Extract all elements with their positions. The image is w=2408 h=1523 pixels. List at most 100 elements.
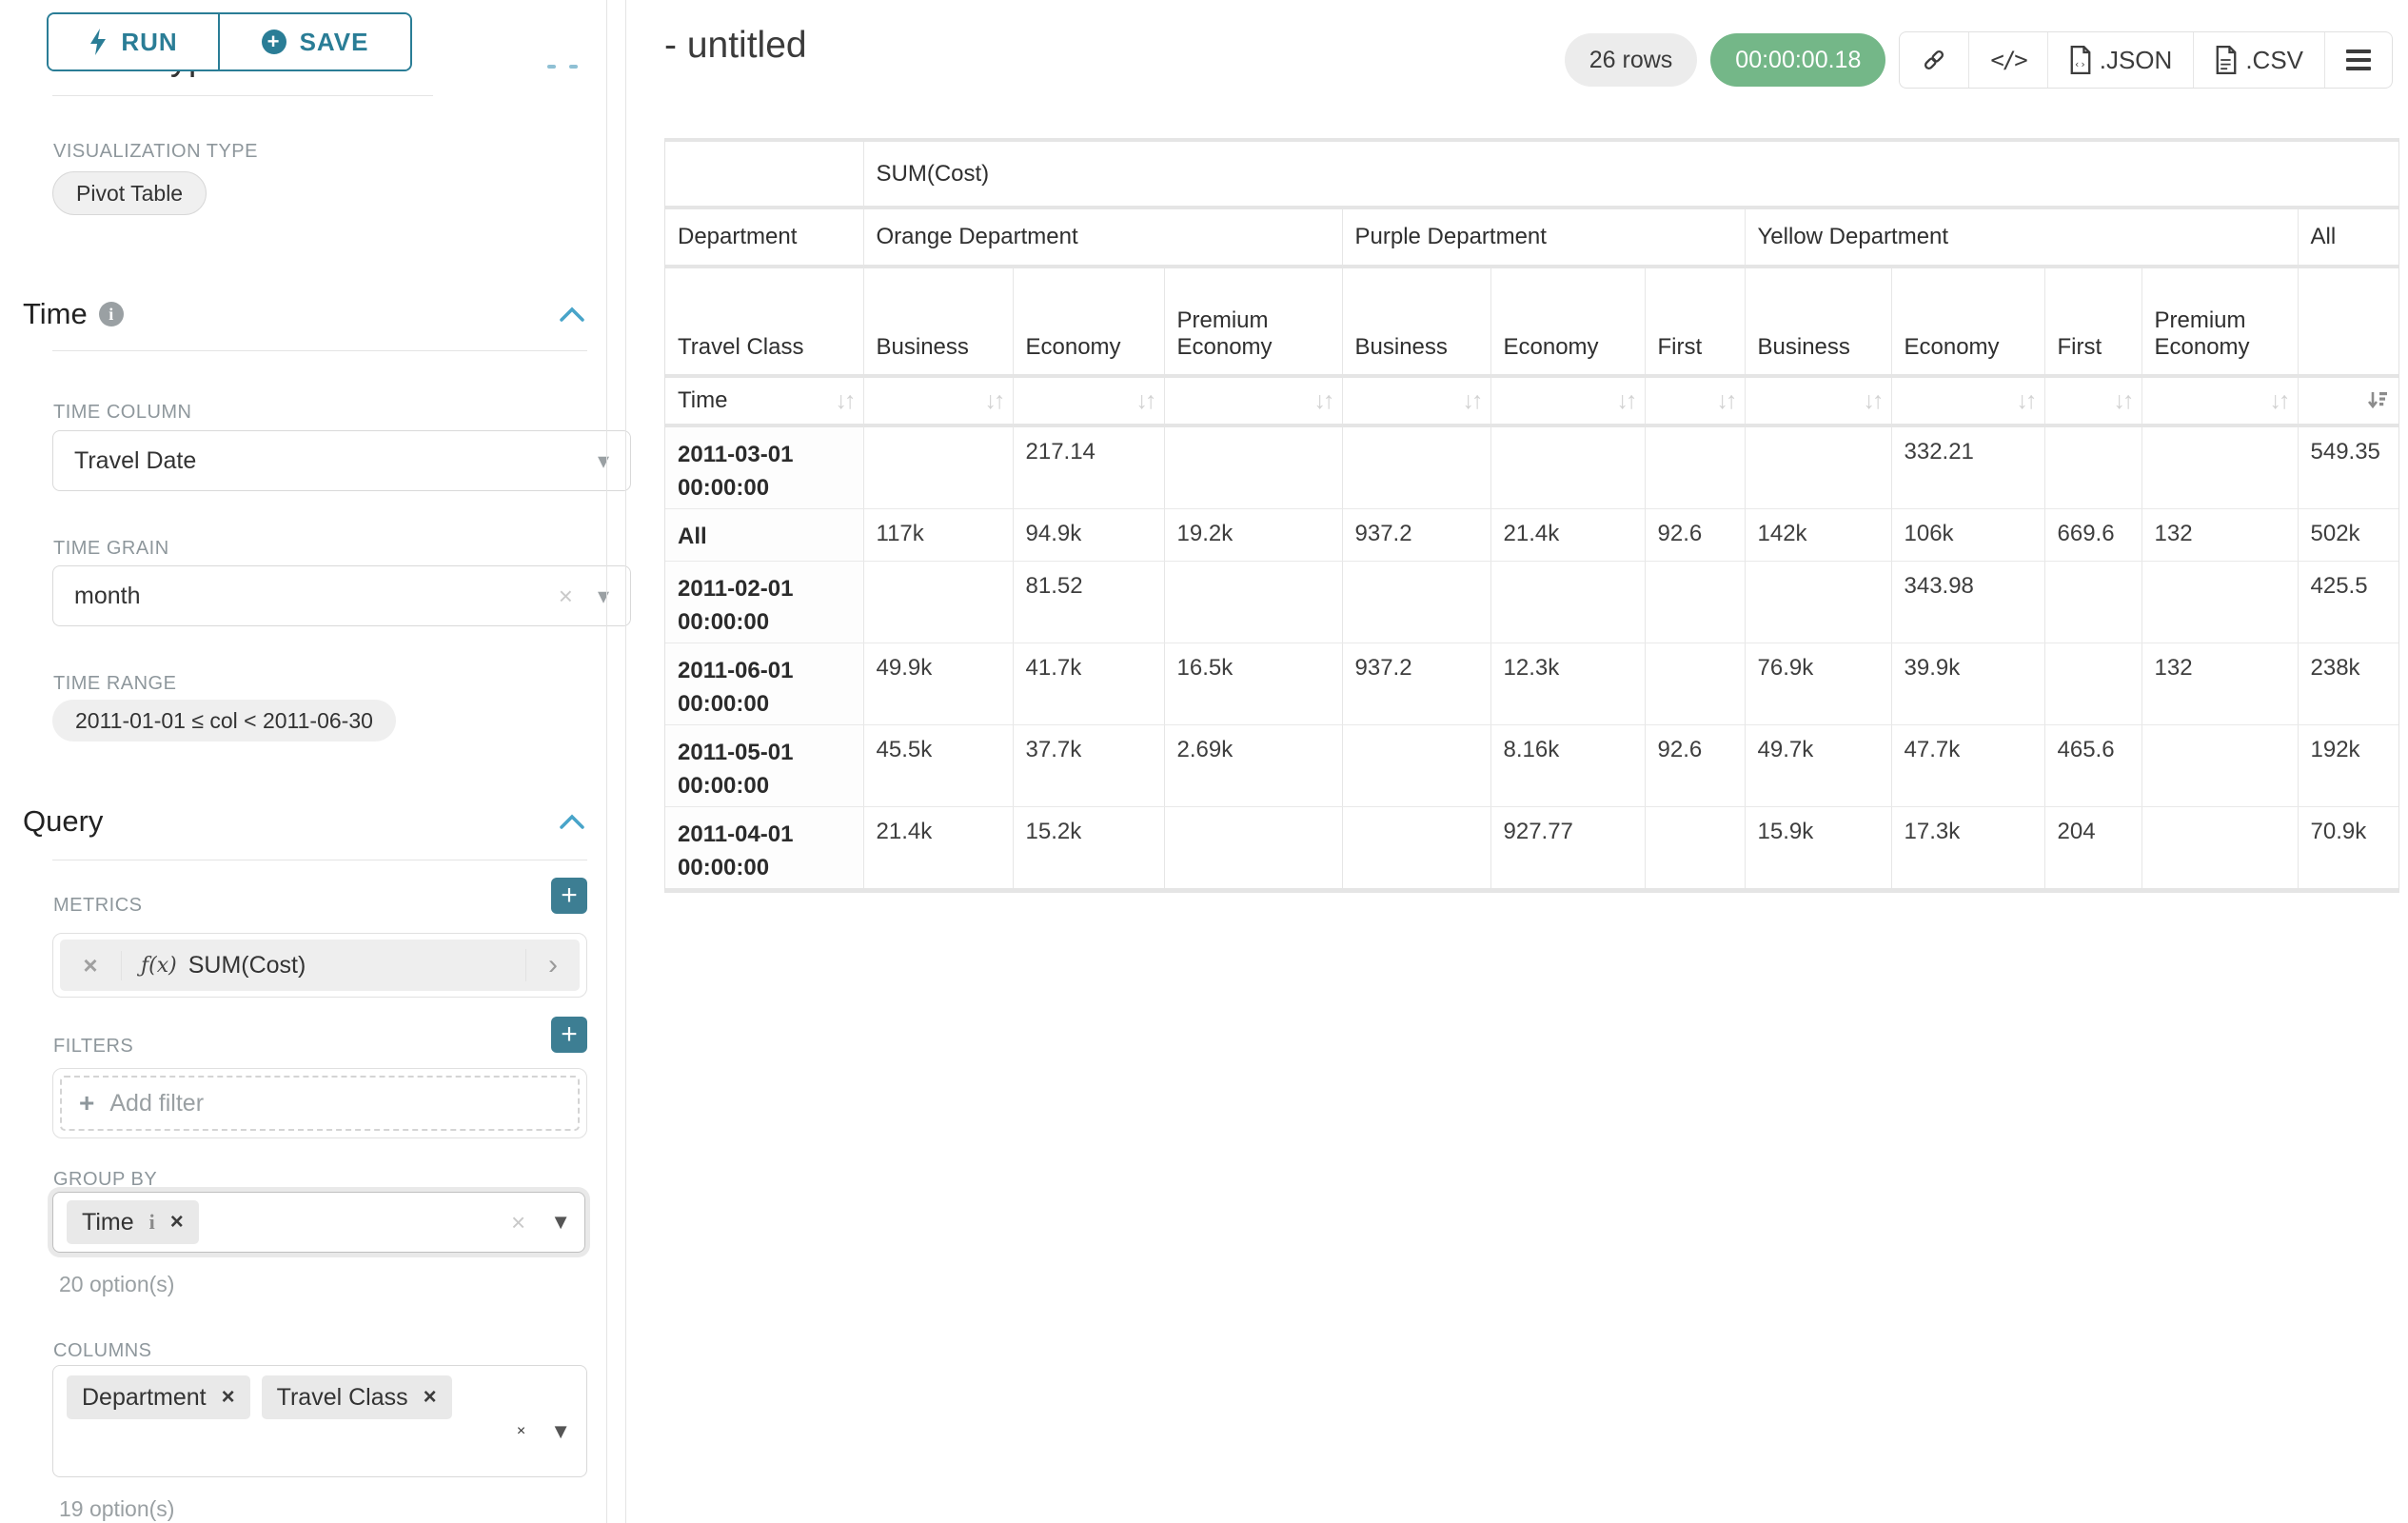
run-button-label: RUN: [121, 28, 177, 57]
cell: [2044, 425, 2142, 509]
sort-icon[interactable]: ↓↑: [1864, 387, 1882, 415]
metric-pill[interactable]: × ƒ(x) SUM(Cost) ›: [60, 940, 580, 991]
time-section-title: Time: [23, 297, 88, 331]
columns-select[interactable]: Department × Travel Class × × ▼: [52, 1365, 587, 1477]
clear-icon[interactable]: ×: [559, 582, 573, 611]
sort-cell-active: [2298, 376, 2398, 425]
cell: 2.69k: [1164, 725, 1342, 807]
time-column-label: TIME COLUMN: [53, 402, 192, 424]
panel-divider[interactable]: [606, 0, 607, 1523]
cell: 8.16k: [1490, 725, 1645, 807]
lightning-icon: [89, 29, 108, 55]
clear-icon[interactable]: ×: [511, 1208, 525, 1237]
sort-cell: ↓↑: [2044, 376, 2142, 425]
cell: 92.6: [1645, 509, 1745, 562]
export-csv-button[interactable]: .CSV: [2193, 32, 2324, 88]
col-header: [2298, 267, 2398, 376]
time-label: Time: [678, 387, 727, 414]
chevron-right-icon[interactable]: ›: [525, 949, 580, 981]
query-section-header[interactable]: Query: [23, 804, 585, 839]
time-range-value: 2011-01-01 ≤ col < 2011-06-30: [75, 708, 373, 734]
sort-icon[interactable]: ↓↑: [985, 387, 1003, 415]
sort-icon[interactable]: ↓↑: [2270, 387, 2288, 415]
cell: 12.3k: [1490, 643, 1645, 725]
export-json-label: .JSON: [2100, 46, 2173, 75]
time-column-select[interactable]: Travel Date ▾: [52, 430, 631, 491]
time-grain-label: TIME GRAIN: [53, 538, 169, 560]
sort-cell: ↓↑: [1342, 376, 1490, 425]
remove-chip-icon[interactable]: ×: [170, 1209, 184, 1236]
cell: 19.2k: [1164, 509, 1342, 562]
run-button[interactable]: RUN: [49, 14, 218, 69]
cell: 15.9k: [1745, 807, 1891, 889]
columns-chip-department[interactable]: Department ×: [67, 1375, 250, 1419]
group-by-chip-time[interactable]: Time i ×: [67, 1200, 199, 1244]
cell: 94.9k: [1013, 509, 1164, 562]
col-group-yellow: Yellow Department: [1745, 208, 2298, 267]
chevron-up-icon[interactable]: [559, 307, 585, 323]
add-filter-plus-button[interactable]: +: [551, 1017, 587, 1053]
time-range-pill[interactable]: 2011-01-01 ≤ col < 2011-06-30: [52, 700, 396, 742]
table-row: 2011-02-01 00:00:00 81.52 343.98 425.5: [665, 562, 2398, 643]
cell: [1645, 807, 1745, 889]
row-label: All: [665, 509, 863, 562]
cell: [1342, 725, 1490, 807]
save-button[interactable]: + SAVE: [218, 14, 410, 69]
cell: 669.6: [2044, 509, 2142, 562]
cell: 49.9k: [863, 643, 1013, 725]
link-icon: [1921, 47, 1947, 73]
remove-chip-icon[interactable]: ×: [222, 1384, 235, 1411]
remove-chip-icon[interactable]: ×: [424, 1384, 437, 1411]
sort-icon[interactable]: ↓↑: [1136, 387, 1155, 415]
sort-cell: ↓↑: [1745, 376, 1891, 425]
chevron-down-icon: ▾: [598, 447, 609, 475]
filters-label: FILTERS: [53, 1036, 133, 1058]
embed-code-button[interactable]: </>: [1968, 32, 2046, 88]
time-grain-select[interactable]: month × ▾: [52, 565, 631, 626]
viz-type-label: VISUALIZATION TYPE: [53, 141, 258, 163]
export-json-button[interactable]: ‹› .JSON: [2047, 32, 2194, 88]
sort-icon[interactable]: ↓↑: [836, 387, 854, 415]
row-dim-department: Department: [665, 208, 863, 267]
cell: 106k: [1891, 509, 2044, 562]
remove-metric-icon[interactable]: ×: [60, 951, 122, 980]
more-options-button[interactable]: [2324, 32, 2392, 88]
cell: 47.7k: [1891, 725, 2044, 807]
group-by-select[interactable]: Time i × × ▼: [52, 1192, 585, 1253]
sort-descending-icon[interactable]: [2366, 389, 2389, 412]
csv-file-icon: [2215, 46, 2238, 74]
scrolled-icon-remnant: [547, 65, 556, 69]
viz-type-pill[interactable]: Pivot Table: [52, 171, 207, 215]
sort-icon[interactable]: ↓↑: [2114, 387, 2132, 415]
clear-icon[interactable]: ×: [517, 1423, 525, 1440]
col-header: Business: [1342, 267, 1490, 376]
viz-type-value: Pivot Table: [76, 181, 183, 207]
cell: 70.9k: [2298, 807, 2398, 889]
time-section-header[interactable]: Time i: [23, 297, 585, 331]
cell: [1745, 425, 1891, 509]
add-filter-button[interactable]: + Add filter: [60, 1076, 580, 1131]
sort-icon[interactable]: ↓↑: [1314, 387, 1332, 415]
sort-icon[interactable]: ↓↑: [1463, 387, 1481, 415]
col-header: Economy: [1013, 267, 1164, 376]
sort-icon[interactable]: ↓↑: [1717, 387, 1735, 415]
info-icon[interactable]: i: [99, 302, 124, 326]
row-label: 2011-02-01 00:00:00: [665, 562, 863, 643]
chevron-up-icon[interactable]: [559, 814, 585, 830]
cell: [1645, 643, 1745, 725]
cell: 49.7k: [1745, 725, 1891, 807]
chart-title[interactable]: - untitled: [664, 25, 807, 67]
col-header: First: [2044, 267, 2142, 376]
sort-icon[interactable]: ↓↑: [2017, 387, 2035, 415]
run-save-button-group: RUN + SAVE: [47, 12, 412, 71]
col-header: Business: [863, 267, 1013, 376]
columns-chip-travel-class[interactable]: Travel Class ×: [262, 1375, 452, 1419]
add-filter-label: Add filter: [109, 1090, 204, 1118]
cell: [2142, 562, 2298, 643]
copy-link-button[interactable]: [1900, 32, 1968, 88]
sort-icon[interactable]: ↓↑: [1617, 387, 1635, 415]
info-icon[interactable]: i: [149, 1210, 155, 1235]
add-metric-button[interactable]: +: [551, 878, 587, 914]
caret-down-icon: ▼: [550, 1419, 571, 1444]
col-header: Business: [1745, 267, 1891, 376]
